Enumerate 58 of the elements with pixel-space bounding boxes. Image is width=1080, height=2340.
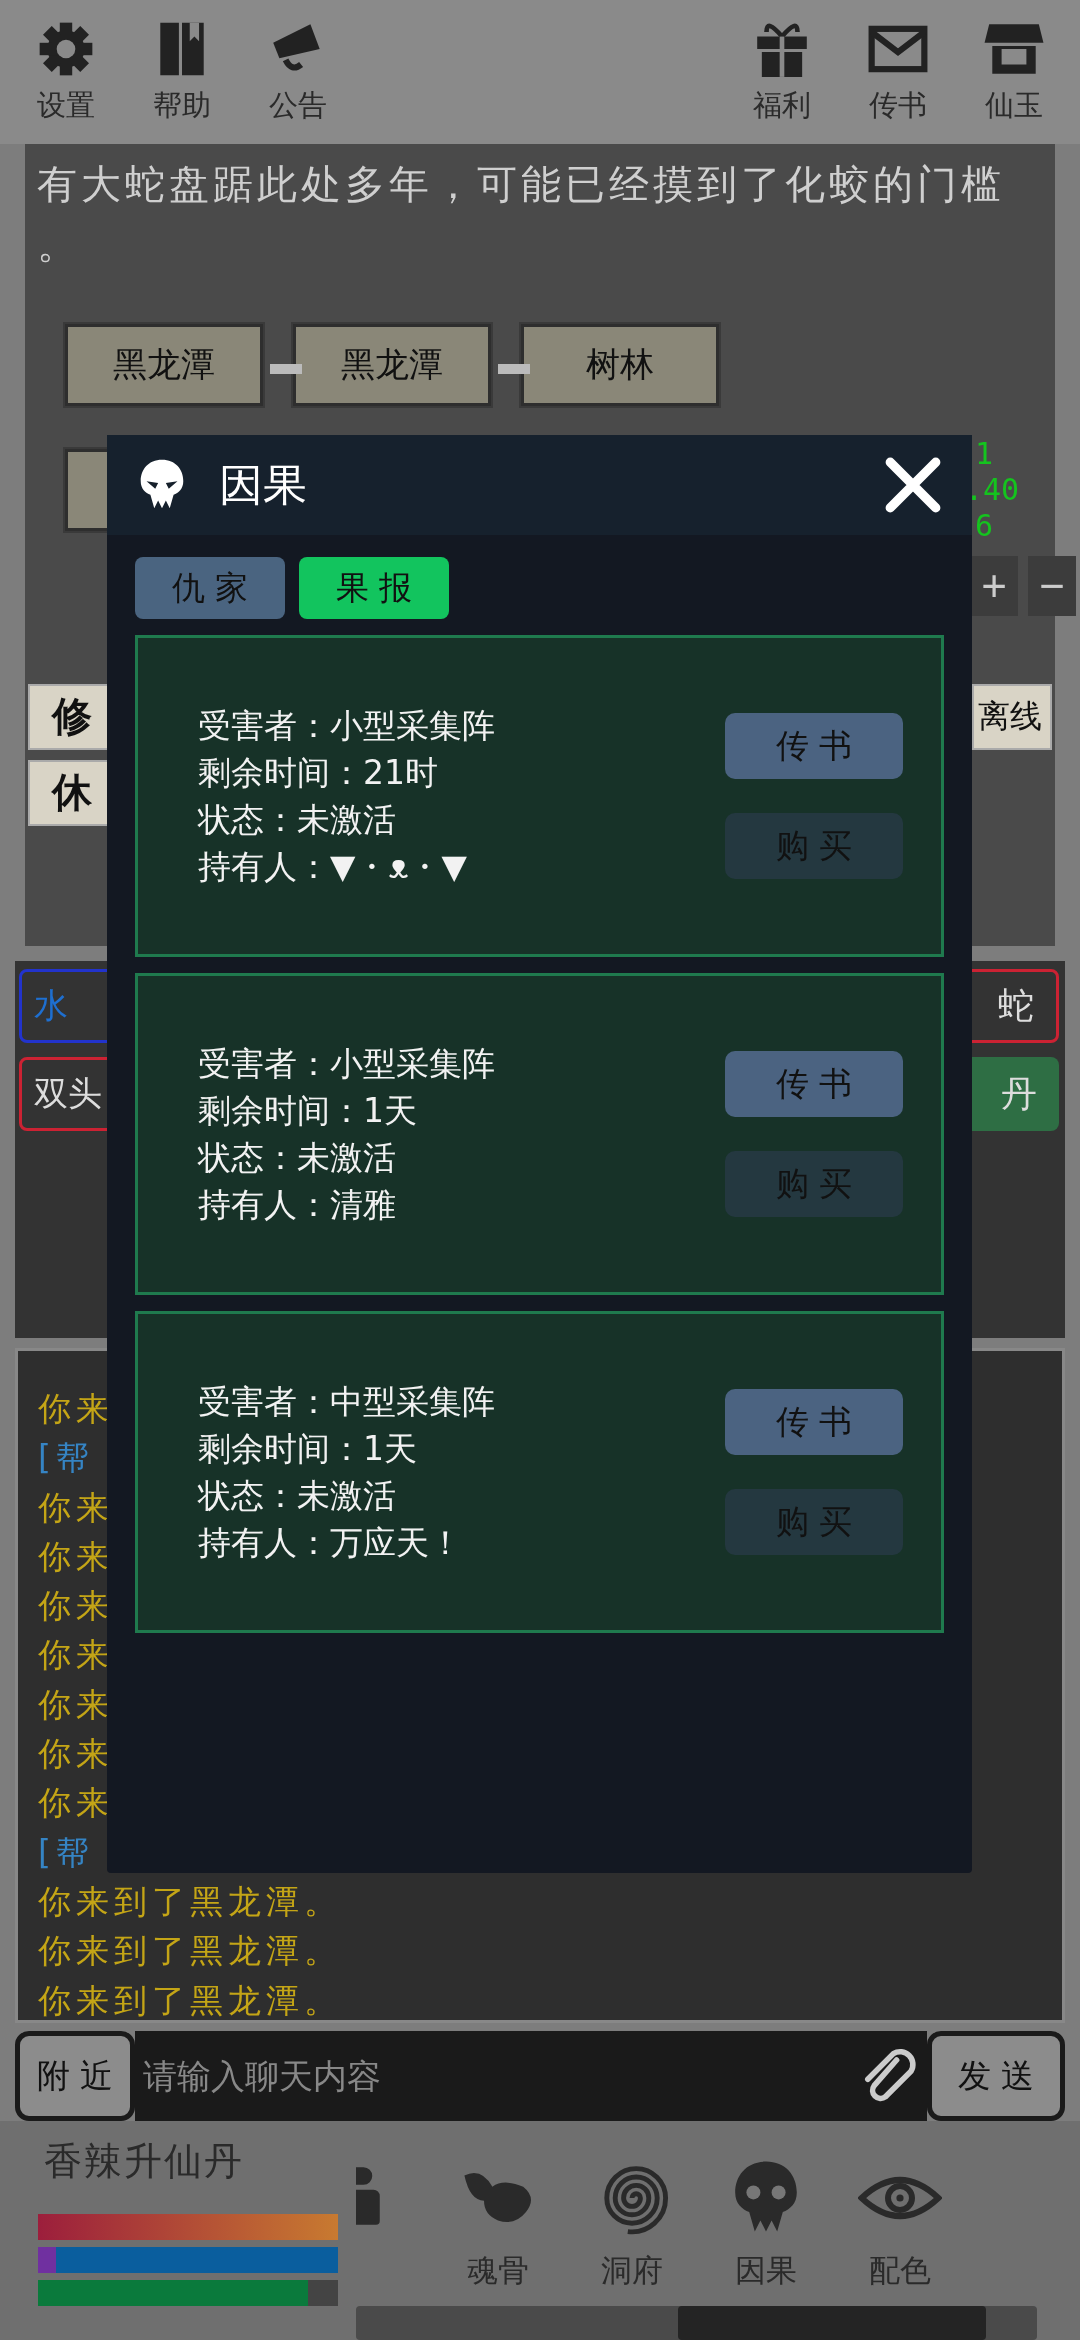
- dialog-title: 因果: [219, 457, 308, 512]
- nav-label[interactable]: 魂骨: [467, 2250, 529, 2292]
- card-text: 状态：未激活: [198, 799, 397, 841]
- send-button[interactable]: 发 送: [927, 2031, 1065, 2121]
- map-node[interactable]: 树林: [521, 323, 719, 406]
- log-message: 你来: [38, 1486, 114, 1529]
- scroll-track[interactable]: [356, 2306, 1037, 2340]
- card-text: 持有人：清雅: [198, 1184, 397, 1226]
- log-message: 你来到了黑龙潭。: [38, 1880, 342, 1923]
- zoom-button[interactable]: +: [970, 555, 1018, 616]
- coordinate-text: 6: [975, 507, 995, 544]
- toolbar-label[interactable]: 设置: [37, 86, 95, 126]
- card-text: 受害者：中型采集阵: [198, 1381, 496, 1423]
- nav-label[interactable]: 洞府: [601, 2250, 663, 2292]
- log-message: 你来: [38, 1733, 114, 1776]
- tab[interactable]: 果 报: [299, 557, 449, 619]
- log-message: 你来: [38, 1585, 114, 1628]
- log-message: 你来: [38, 1388, 114, 1430]
- card-text: 持有人：万应天！: [198, 1522, 463, 1564]
- log-message: 你来到了黑龙潭。: [38, 1979, 342, 2022]
- card-text: 状态：未激活: [198, 1475, 397, 1517]
- toolbar-label[interactable]: 公告: [269, 86, 327, 126]
- card-text: 受害者：小型采集阵: [198, 1043, 496, 1085]
- toolbar-label[interactable]: 帮助: [153, 86, 211, 126]
- card-text: 剩余时间：21时: [198, 752, 439, 794]
- card-text: 受害者：小型采集阵: [198, 705, 496, 747]
- coordinate-text: 1: [975, 435, 995, 472]
- item-name: 香辣升仙丹: [44, 2138, 245, 2185]
- zoom-button[interactable]: −: [1028, 555, 1076, 616]
- log-message: 你来: [38, 1683, 114, 1726]
- message-button[interactable]: 传 书: [725, 1389, 903, 1455]
- log-message: [帮: [38, 1831, 94, 1874]
- card-text: 持有人：▼・ᴥ・▼: [198, 846, 468, 888]
- scroll-thumb[interactable]: [678, 2306, 986, 2340]
- tab[interactable]: 仇 家: [135, 557, 285, 619]
- message-button[interactable]: 传 书: [725, 1051, 903, 1117]
- log-message: 你来: [38, 1634, 114, 1677]
- action-button[interactable]: 离线: [972, 683, 1052, 750]
- log-message: 你来: [38, 1782, 114, 1825]
- coordinate-text: .40: [965, 471, 1020, 508]
- nav-label[interactable]: 因果: [735, 2250, 797, 2292]
- log-message: 你来: [38, 1535, 114, 1578]
- location-description: 有大蛇盘踞此处多年，可能已经摸到了化蛟的门槛。: [37, 159, 1006, 269]
- log-message: [帮: [38, 1437, 94, 1480]
- chat-field[interactable]: 请输入聊天内容: [135, 2031, 927, 2121]
- card-text: 剩余时间：1天: [198, 1428, 418, 1470]
- card-text: 状态：未激活: [198, 1137, 397, 1179]
- chat-input[interactable]: 请输入聊天内容: [143, 2041, 855, 2111]
- nav-label[interactable]: 配色: [869, 2250, 931, 2292]
- message-button[interactable]: 传 书: [725, 713, 903, 779]
- channel-button[interactable]: 附 近: [15, 2031, 135, 2121]
- map-node[interactable]: 黑龙潭: [65, 323, 263, 406]
- log-message: 你来到了黑龙潭。: [38, 1930, 342, 1973]
- card-text: 剩余时间：1天: [198, 1090, 418, 1132]
- map-node[interactable]: 黑龙潭: [293, 323, 491, 406]
- toolbar-label[interactable]: 传书: [869, 86, 927, 126]
- toolbar-label[interactable]: 福利: [753, 86, 811, 126]
- toolbar-label[interactable]: 仙玉: [985, 86, 1043, 126]
